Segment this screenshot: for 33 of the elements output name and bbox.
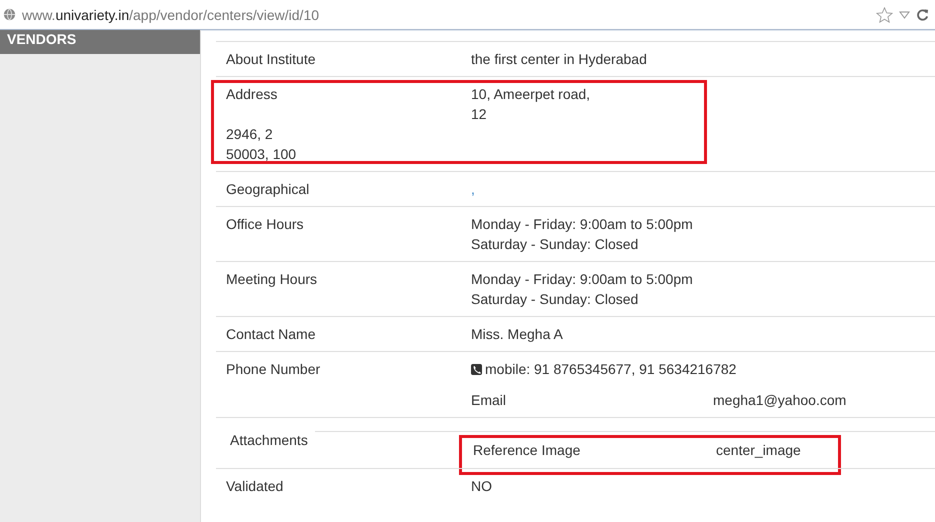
row-value: the first center in Hyderabad: [471, 50, 647, 69]
row-value: Monday - Friday: 9:00am to 5:00pm: [471, 215, 693, 234]
row-value: 12: [471, 105, 487, 124]
map-link[interactable]: ,: [471, 179, 475, 199]
attachment-name: center_image: [716, 441, 802, 460]
url-text[interactable]: www.univariety.in/app/vendor/centers/view/id/10: [22, 6, 870, 22]
row-label: Address: [226, 86, 278, 102]
reload-icon[interactable]: [916, 8, 929, 21]
row-value: 10, Ameerpet road,: [471, 85, 590, 104]
phone-icon: [471, 364, 482, 374]
row-value: Monday - Friday: 9:00am to 5:00pm: [471, 270, 693, 289]
row-label: Validated: [226, 478, 284, 494]
email-label: Email: [471, 391, 508, 410]
row-value: Saturday - Sunday: Closed: [471, 235, 638, 254]
row-value: Miss. Megha A: [471, 325, 563, 344]
star-icon[interactable]: [876, 6, 893, 22]
row-label: Attachments: [230, 432, 308, 448]
row-label: Geographical: [226, 181, 310, 197]
row-label: Contact Name: [226, 326, 316, 342]
email-value: megha1@yahoo.com: [713, 391, 846, 410]
row-label: Office Hours: [226, 216, 304, 232]
dropdown-icon[interactable]: [899, 10, 910, 18]
attachment-label: Reference Image: [473, 441, 582, 460]
address-line: 50003, 100: [226, 145, 296, 164]
row-value: Saturday - Sunday: Closed: [471, 290, 638, 309]
address-line: 2946, 2: [226, 125, 273, 144]
row-label: Meeting Hours: [226, 271, 318, 287]
sidebar-heading: VENDORS: [0, 30, 200, 54]
phone-text: mobile: 91 8765345677, 91 5634216782: [485, 360, 736, 379]
row-label: About Institute: [226, 51, 316, 67]
row-value: NO: [471, 477, 492, 496]
row-label: Phone Number: [226, 361, 320, 377]
globe-icon: [3, 8, 16, 21]
